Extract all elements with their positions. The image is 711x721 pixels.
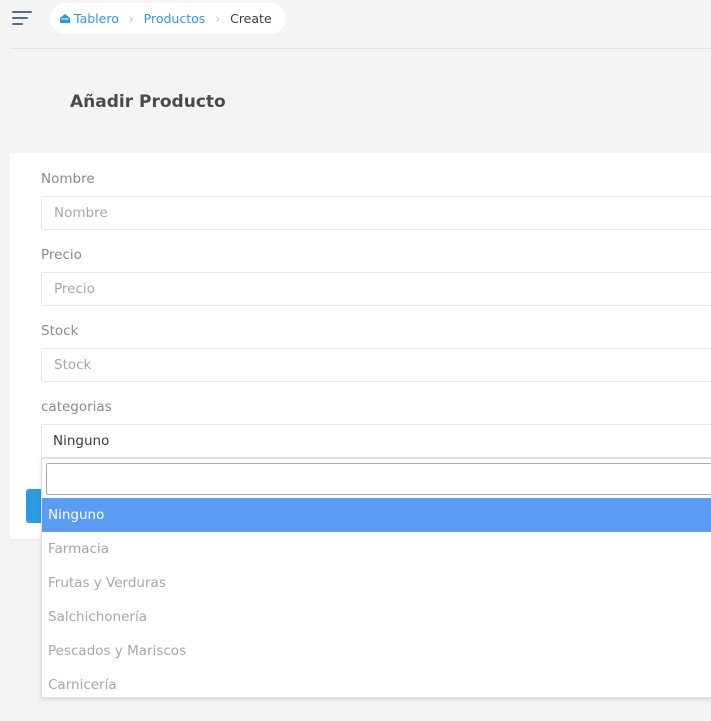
categorias-selected-value: Ninguno	[53, 433, 110, 449]
categorias-dropdown: Ninguno Farmacia Frutas y Verduras Salch…	[41, 458, 711, 698]
breadcrumb-current: Create	[230, 11, 272, 26]
dropdown-option-pescados-y-mariscos[interactable]: Pescados y Mariscos	[42, 634, 711, 668]
nombre-label: Nombre	[41, 171, 95, 187]
dropdown-search-input[interactable]	[46, 463, 711, 495]
breadcrumb: Tablero › Productos › Create	[50, 3, 286, 34]
dropdown-option-frutas-y-verduras[interactable]: Frutas y Verduras	[42, 566, 711, 600]
page-title: Añadir Producto	[70, 92, 226, 112]
nombre-input[interactable]	[41, 196, 711, 230]
dropdown-option-farmacia[interactable]: Farmacia	[42, 532, 711, 566]
top-bar: Tablero › Productos › Create	[0, 0, 711, 48]
header-divider	[10, 48, 711, 49]
categorias-select[interactable]: Ninguno	[41, 424, 711, 458]
dropdown-option-salchichoneria[interactable]: Salchichonería	[42, 600, 711, 634]
dropdown-option-ninguno[interactable]: Ninguno	[42, 498, 711, 532]
breadcrumb-home-label: Tablero	[74, 11, 119, 26]
dropdown-option-carniceria[interactable]: Carnicería	[42, 668, 711, 702]
home-icon	[60, 14, 70, 23]
breadcrumb-separator: ›	[128, 11, 134, 26]
breadcrumb-productos-link[interactable]: Productos	[144, 11, 206, 26]
breadcrumb-home-link[interactable]: Tablero	[60, 11, 119, 26]
stock-label: Stock	[41, 323, 79, 339]
breadcrumb-separator: ›	[215, 11, 221, 26]
stock-input[interactable]	[41, 348, 711, 382]
hamburger-menu-icon[interactable]	[12, 11, 34, 27]
precio-label: Precio	[41, 247, 82, 263]
categorias-label: categorias	[41, 399, 112, 415]
precio-input[interactable]	[41, 272, 711, 306]
